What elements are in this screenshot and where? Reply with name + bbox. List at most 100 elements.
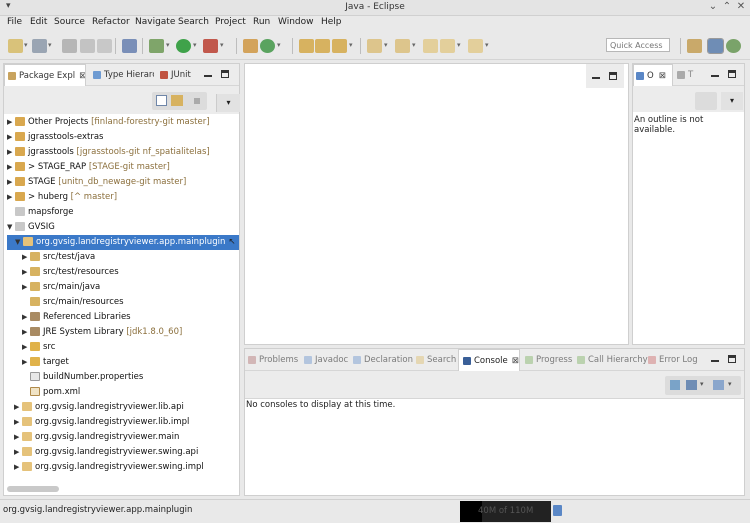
- previous-annotation-icon[interactable]: [395, 39, 410, 53]
- tab-type-hierarchy[interactable]: Type Hierarc: [90, 64, 154, 86]
- maximize-editor-icon[interactable]: [609, 72, 619, 81]
- new-class-icon[interactable]: [260, 39, 275, 53]
- tree-item-project[interactable]: ▶ org.gvsig.landregistryviewer.lib.api: [4, 400, 184, 415]
- search-icon[interactable]: [332, 39, 347, 53]
- close-tab-icon[interactable]: ⊠: [659, 71, 666, 81]
- display-console-dropdown-icon[interactable]: ▾: [700, 380, 704, 388]
- tree-item-file[interactable]: pom.xml: [4, 385, 80, 400]
- new-dropdown-icon[interactable]: ▾: [24, 41, 29, 49]
- link-with-editor-icon[interactable]: [171, 95, 183, 106]
- tree-item-source-folder[interactable]: ▶ src/test/resources: [4, 265, 119, 280]
- tab-error-log[interactable]: Error Log: [648, 349, 698, 371]
- save-all-icon[interactable]: [80, 39, 95, 53]
- tab-outline[interactable]: O ⊠: [633, 64, 673, 86]
- save-icon[interactable]: [62, 39, 77, 53]
- maximize-view-icon[interactable]: [221, 70, 231, 79]
- close-window-icon[interactable]: ✕: [735, 1, 747, 12]
- forward-icon[interactable]: [468, 39, 483, 53]
- tree-item-jre-library[interactable]: ▶ JRE System Library [jdk1.8.0_60]: [4, 325, 182, 340]
- next-annotation-icon[interactable]: [367, 39, 382, 53]
- new-class-dropdown-icon[interactable]: ▾: [277, 41, 282, 49]
- open-type-icon[interactable]: [299, 39, 314, 53]
- heap-status[interactable]: 40M of 110M: [460, 501, 551, 522]
- tab-problems[interactable]: Problems: [248, 349, 298, 371]
- minimize-editor-icon[interactable]: [592, 72, 602, 81]
- forward-dropdown-icon[interactable]: ▾: [485, 41, 490, 49]
- tab-call-hierarchy[interactable]: Call Hierarchy: [577, 349, 648, 371]
- external-tools-dropdown-icon[interactable]: ▾: [220, 41, 225, 49]
- run-icon[interactable]: [176, 39, 191, 53]
- tree-item-project[interactable]: ▶ org.gvsig.landregistryviewer.swing.impl: [4, 460, 204, 475]
- run-dropdown-icon[interactable]: ▾: [193, 41, 198, 49]
- tab-package-explorer[interactable]: Package Expl ⊠: [4, 64, 86, 86]
- minimize-view-icon[interactable]: [711, 70, 721, 79]
- tree-item-source-folder[interactable]: ▶ src/main/java: [4, 280, 100, 295]
- new-java-project-icon[interactable]: [243, 39, 258, 53]
- last-edit-location-icon[interactable]: [423, 39, 438, 53]
- menu-window[interactable]: Window: [278, 17, 314, 27]
- next-annotation-dropdown-icon[interactable]: ▾: [384, 41, 389, 49]
- tree-item-project[interactable]: ▶ org.gvsig.landregistryviewer.main: [4, 430, 179, 445]
- maximize-view-icon[interactable]: [728, 70, 738, 79]
- tab-declaration[interactable]: Declaration: [353, 349, 413, 371]
- horizontal-scrollbar[interactable]: [7, 486, 59, 492]
- debug-dropdown-icon[interactable]: ▾: [166, 41, 171, 49]
- tree-item-working-set[interactable]: mapsforge: [4, 205, 73, 220]
- tree-item-project[interactable]: ▶ > huberg [^ master]: [4, 190, 117, 205]
- view-menu-icon[interactable]: ▾: [721, 92, 743, 110]
- tab-javadoc[interactable]: Javadoc: [304, 349, 348, 371]
- open-icon[interactable]: [32, 39, 47, 53]
- tree-item-project[interactable]: ▶ Other Projects [finland-forestry-git ma…: [4, 115, 210, 130]
- menu-help[interactable]: Help: [321, 17, 342, 27]
- search-dropdown-icon[interactable]: ▾: [349, 41, 354, 49]
- menu-file[interactable]: File: [7, 17, 22, 27]
- tree-item-project[interactable]: ▶ > STAGE_RAP [STAGE-git master]: [4, 160, 170, 175]
- menu-edit[interactable]: Edit: [30, 17, 47, 27]
- minimize-view-icon[interactable]: [204, 70, 214, 79]
- open-resource-icon[interactable]: [315, 39, 330, 53]
- menu-project[interactable]: Project: [215, 17, 246, 27]
- open-console-dropdown-icon[interactable]: ▾: [728, 380, 732, 388]
- tree-item-source-folder[interactable]: ▶ src/test/java: [4, 250, 95, 265]
- menu-run[interactable]: Run: [253, 17, 270, 27]
- menu-search[interactable]: Search: [178, 17, 209, 27]
- tab-task-list[interactable]: T: [675, 64, 697, 86]
- tree-item-folder[interactable]: ▶ src: [4, 340, 55, 355]
- focus-on-active-task-icon[interactable]: [695, 92, 717, 110]
- menu-refactor[interactable]: Refactor: [92, 17, 130, 27]
- maximize-window-icon[interactable]: ⌃: [721, 1, 733, 12]
- java-perspective-icon[interactable]: [707, 38, 724, 54]
- open-dropdown-icon[interactable]: ▾: [48, 41, 53, 49]
- display-console-icon[interactable]: [686, 380, 697, 390]
- garbage-collect-icon[interactable]: [553, 505, 562, 516]
- close-tab-icon[interactable]: ⊠: [512, 356, 519, 366]
- external-tools-icon[interactable]: [203, 39, 218, 53]
- open-perspective-icon[interactable]: [687, 39, 702, 53]
- tree-item-project[interactable]: ▶ org.gvsig.landregistryviewer.lib.impl: [4, 415, 189, 430]
- focus-on-active-task-icon[interactable]: [194, 98, 200, 104]
- back-icon[interactable]: [440, 39, 455, 53]
- tree-item-working-set[interactable]: ▼ GVSIG: [4, 220, 55, 235]
- back-dropdown-icon[interactable]: ▾: [457, 41, 462, 49]
- tree-item-project[interactable]: ▶ jgrasstools [jgrasstools-git nf_spatial…: [4, 145, 210, 160]
- tree-item-file[interactable]: buildNumber.properties: [4, 370, 143, 385]
- minimize-window-icon[interactable]: ⌄: [707, 1, 719, 12]
- tab-console[interactable]: Console ⊠: [458, 349, 520, 371]
- collapse-all-icon[interactable]: [156, 95, 167, 106]
- skip-breakpoints-icon[interactable]: [122, 39, 137, 53]
- print-icon[interactable]: [97, 39, 112, 53]
- minimize-view-icon[interactable]: [711, 355, 721, 364]
- view-menu-icon[interactable]: ▾: [216, 94, 240, 112]
- tab-progress[interactable]: Progress: [525, 349, 572, 371]
- tree-item-source-folder[interactable]: src/main/resources: [4, 295, 124, 310]
- new-icon[interactable]: [8, 39, 23, 53]
- menu-navigate[interactable]: Navigate: [135, 17, 175, 27]
- close-tab-icon[interactable]: ⊠: [79, 71, 85, 81]
- previous-annotation-dropdown-icon[interactable]: ▾: [412, 41, 417, 49]
- quick-access-input[interactable]: [606, 38, 670, 52]
- tree-item-project[interactable]: ▶ org.gvsig.landregistryviewer.swing.api: [4, 445, 198, 460]
- tree-item-folder[interactable]: ▶ target: [4, 355, 69, 370]
- tab-junit[interactable]: JUnit: [157, 64, 197, 86]
- tree-item-project[interactable]: ▶ STAGE [unitn_db_newage-git master]: [4, 175, 186, 190]
- debug-icon[interactable]: [149, 39, 164, 53]
